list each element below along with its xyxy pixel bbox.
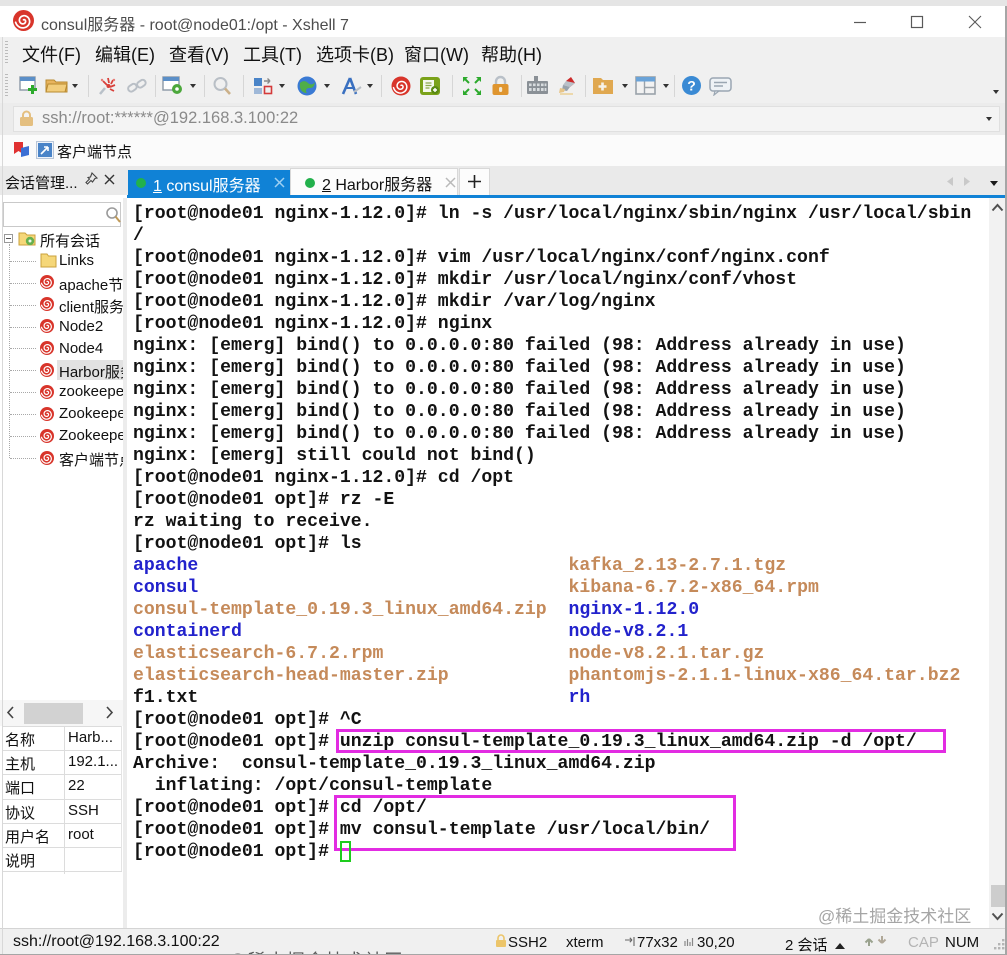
svg-text:?: ? — [687, 78, 696, 94]
